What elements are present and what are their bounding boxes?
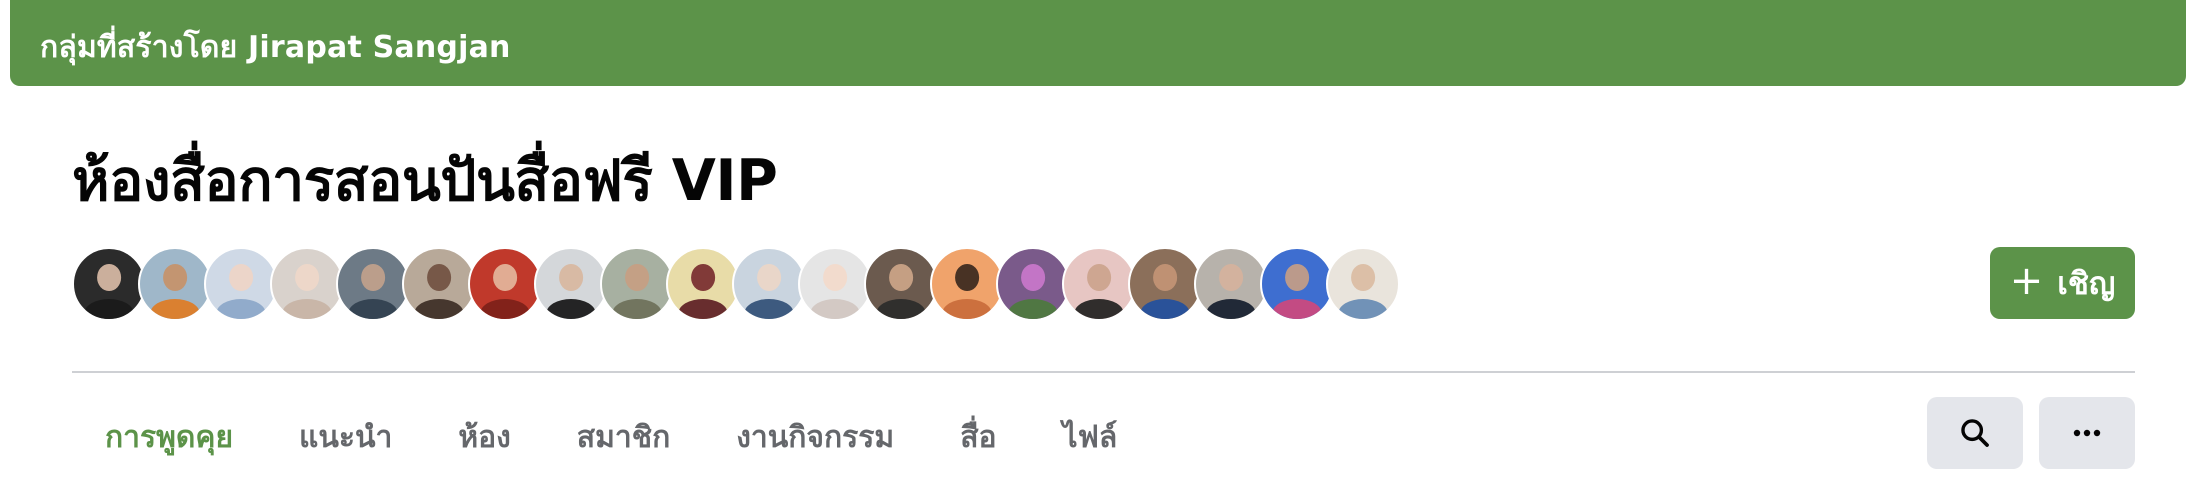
member-avatar[interactable] (204, 247, 278, 321)
member-avatars[interactable] (72, 247, 1400, 321)
banner-text: กลุ่มที่สร้างโดย Jirapat Sangjan (40, 30, 511, 65)
page-title: ห้องสื่อการสอนปันสื่อฟรี VIP (72, 148, 778, 214)
member-avatar[interactable] (270, 247, 344, 321)
member-avatar[interactable] (1260, 247, 1334, 321)
member-avatar[interactable] (930, 247, 1004, 321)
member-avatar[interactable] (732, 247, 806, 321)
member-avatar[interactable] (402, 247, 476, 321)
tab-files[interactable]: ไฟล์ (1030, 398, 1151, 482)
member-avatar[interactable] (138, 247, 212, 321)
member-avatar[interactable] (336, 247, 410, 321)
tab-events[interactable]: งานกิจกรรม (703, 398, 927, 482)
search-button[interactable] (1927, 397, 2023, 469)
tab-media[interactable]: สื่อ (927, 398, 1029, 482)
invite-button[interactable]: + เชิญ (1990, 247, 2135, 319)
member-avatar[interactable] (666, 247, 740, 321)
search-icon (1961, 419, 1989, 447)
member-avatar[interactable] (798, 247, 872, 321)
more-horizontal-icon (2073, 429, 2101, 437)
more-options-button[interactable] (2039, 397, 2135, 469)
member-avatar[interactable] (1194, 247, 1268, 321)
tab-members[interactable]: สมาชิก (544, 398, 703, 482)
member-avatar[interactable] (864, 247, 938, 321)
plus-icon: + (2009, 258, 2044, 304)
divider (72, 371, 2135, 373)
member-avatar[interactable] (600, 247, 674, 321)
group-creator-banner: กลุ่มที่สร้างโดย Jirapat Sangjan (10, 0, 2186, 86)
tab-discussion[interactable]: การพูดคุย (72, 398, 266, 482)
member-avatar[interactable] (468, 247, 542, 321)
member-avatar[interactable] (1128, 247, 1202, 321)
tab-featured[interactable]: แนะนำ (266, 398, 425, 482)
member-avatar[interactable] (1062, 247, 1136, 321)
member-avatar[interactable] (72, 247, 146, 321)
member-avatar[interactable] (1326, 247, 1400, 321)
invite-button-label: เชิญ (2057, 266, 2116, 302)
tab-rooms[interactable]: ห้อง (425, 398, 543, 482)
member-avatar[interactable] (996, 247, 1070, 321)
member-avatar[interactable] (534, 247, 608, 321)
group-tabs: การพูดคุย แนะนำ ห้อง สมาชิก งานกิจกรรม ส… (72, 398, 1150, 482)
